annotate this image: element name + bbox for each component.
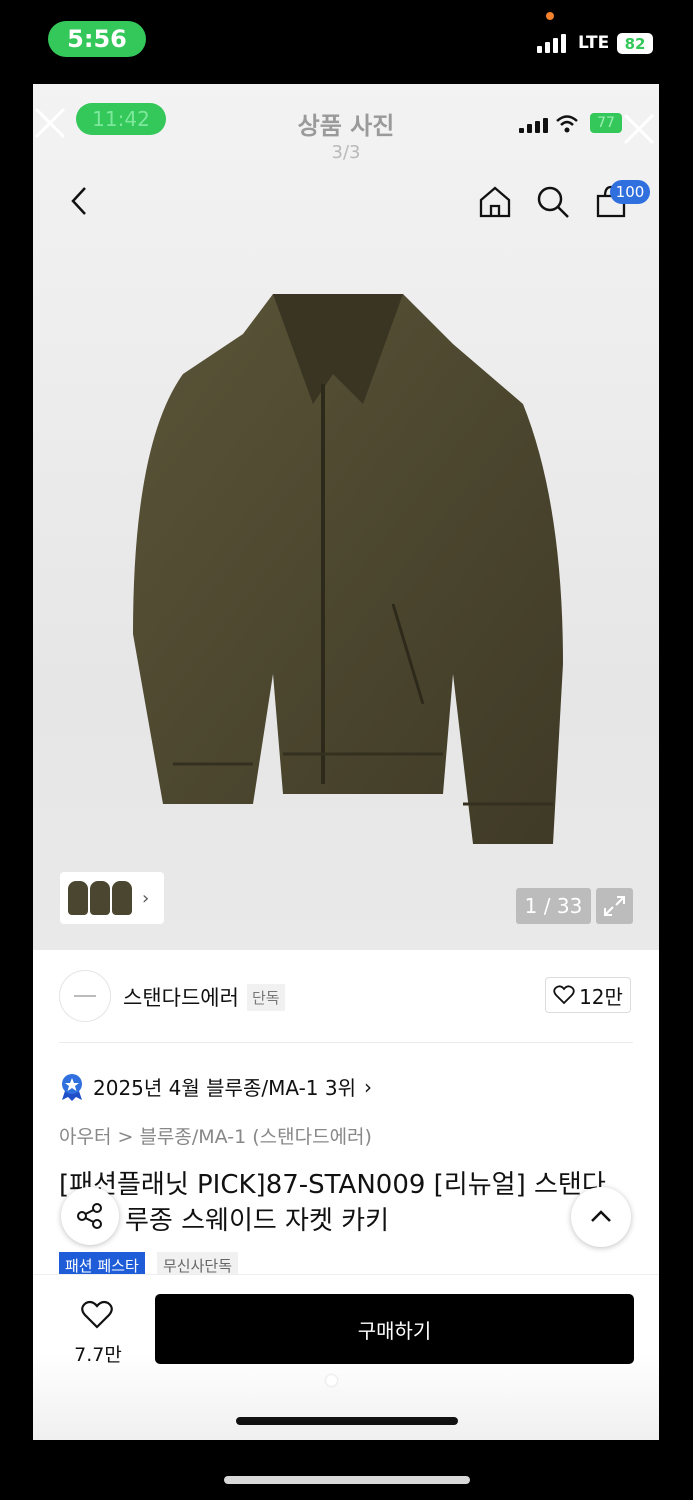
brand-logo[interactable] [59, 970, 111, 1022]
gallery-page-counter: 1 / 33 [516, 888, 591, 924]
cart-count-badge: 100 [610, 180, 650, 204]
category-breadcrumb[interactable]: 아우터 > 블루종/MA-1 (스탠다드에러) [59, 1122, 372, 1149]
inner-battery-icon: 77 [590, 113, 622, 133]
outer-home-indicator [224, 1476, 470, 1484]
brand-name[interactable]: 스탠다드에러 [123, 982, 239, 1012]
expand-icon[interactable] [596, 888, 633, 924]
chevron-right-icon: › [364, 1074, 372, 1099]
ranking-medal-icon [62, 1073, 82, 1101]
scroll-top-button[interactable] [571, 1187, 631, 1247]
thumbnail-2[interactable] [90, 881, 110, 915]
ranking-text: 2025년 4월 블루종/MA-1 3위 [93, 1076, 356, 1100]
thumbnail-1[interactable] [68, 881, 88, 915]
chevron-up-icon [591, 1210, 611, 1222]
buy-button[interactable]: 구매하기 [155, 1294, 634, 1364]
viewer-page-indicator: 3/3 [331, 142, 361, 163]
back-arrow-icon[interactable] [67, 184, 91, 218]
outer-status-time: 5:56 [48, 21, 146, 57]
search-icon[interactable] [535, 184, 571, 220]
heart-icon [553, 985, 575, 1005]
inner-signal-icon [519, 118, 548, 133]
wishlist-heart-icon[interactable] [80, 1300, 114, 1330]
thumbnail-3[interactable] [112, 881, 132, 915]
divider [59, 1042, 633, 1043]
product-jacket-image [133, 294, 563, 844]
wishlist-count: 7.7만 [74, 1344, 122, 1366]
gallery-thumbnail-strip[interactable]: › [60, 872, 164, 924]
brand-like-button[interactable]: 12만 [545, 977, 631, 1013]
bottom-fade [33, 1354, 659, 1440]
app-screenshot: › 1 / 33 11:42 상품 사진 3/3 77 100 스탠다드에러 단… [33, 84, 659, 1440]
privacy-indicator-dot [546, 12, 554, 20]
inner-wifi-icon [556, 115, 578, 133]
home-icon[interactable] [477, 184, 513, 220]
share-icon [77, 1203, 102, 1229]
brand-exclusive-tag: 단독 [247, 984, 285, 1011]
outer-signal-icon [537, 34, 566, 53]
brand-like-count: 12만 [579, 984, 623, 1009]
ranking-link[interactable]: 2025년 4월 블루종/MA-1 3위 › [59, 1072, 372, 1101]
inner-home-indicator [236, 1417, 458, 1425]
page-dot-indicator [326, 1375, 337, 1386]
chevron-right-icon: › [142, 887, 150, 909]
outer-network-label: LTE [578, 33, 610, 53]
share-button[interactable] [61, 1187, 119, 1245]
outer-battery-icon: 82 [617, 33, 653, 54]
